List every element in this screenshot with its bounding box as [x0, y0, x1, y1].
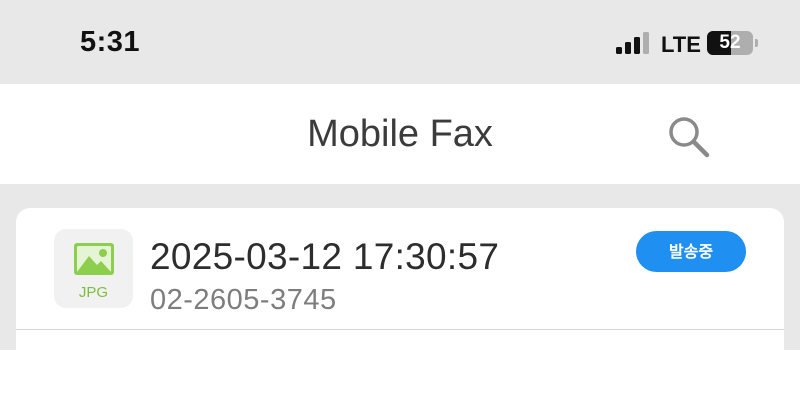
status-bar: 5:31 LTE 52: [0, 0, 800, 84]
image-icon: [74, 243, 114, 275]
network-type: LTE: [661, 32, 701, 57]
fax-datetime: 2025-03-12 17:30:57: [150, 236, 500, 277]
status-badge: 발송중: [636, 231, 746, 272]
navigation-bar: Mobile Fax: [0, 84, 800, 184]
search-icon[interactable]: [666, 114, 712, 160]
fax-list-item[interactable]: JPG 2025-03-12 17:30:57 02-2605-3745 발송중: [16, 208, 784, 330]
fax-list-area: JPG 2025-03-12 17:30:57 02-2605-3745 발송중: [0, 184, 800, 350]
file-type-label: JPG: [78, 284, 109, 301]
file-thumbnail: JPG: [54, 229, 133, 308]
battery-icon: 52: [707, 31, 753, 55]
fax-number: 02-2605-3745: [150, 284, 337, 316]
signal-strength-icon: [616, 32, 649, 54]
battery-level: 52: [719, 32, 741, 53]
fax-list-card: JPG 2025-03-12 17:30:57 02-2605-3745 발송중: [16, 208, 784, 350]
status-time: 5:31: [80, 26, 141, 58]
battery-cap: [755, 39, 758, 47]
